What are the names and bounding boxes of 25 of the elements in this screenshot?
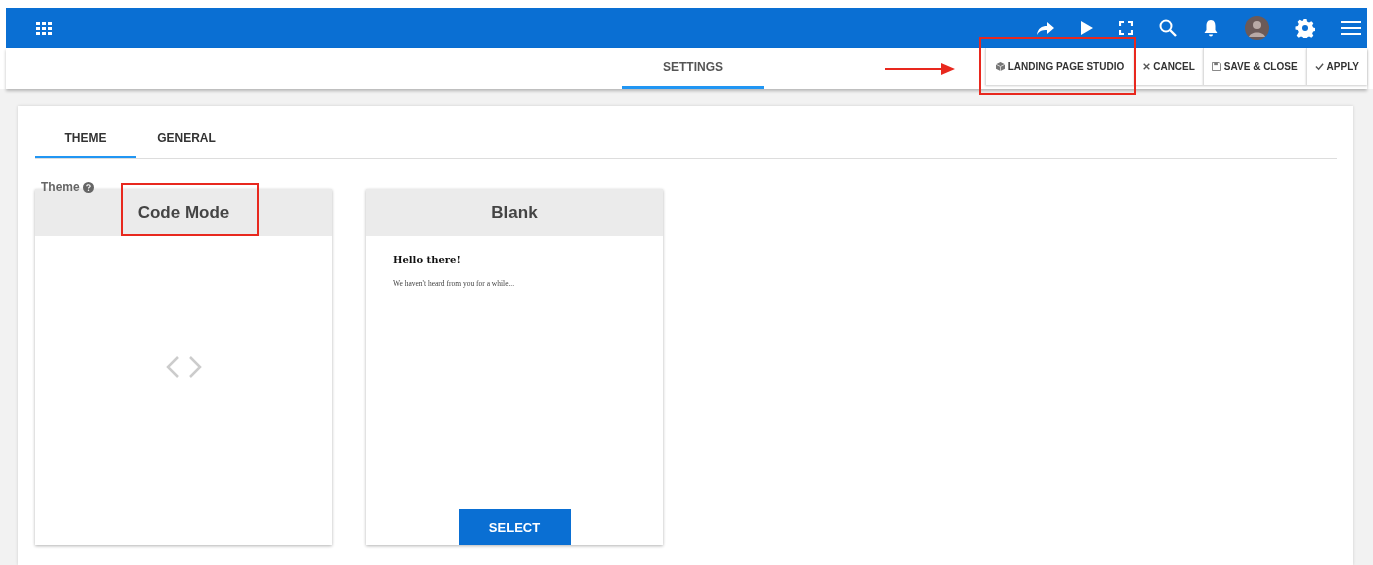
play-icon[interactable] bbox=[1081, 21, 1093, 35]
apps-grid-icon[interactable] bbox=[36, 20, 52, 36]
fullscreen-icon[interactable] bbox=[1119, 21, 1133, 35]
check-icon bbox=[1314, 62, 1324, 71]
help-icon[interactable] bbox=[82, 181, 94, 193]
search-icon[interactable] bbox=[1159, 19, 1177, 37]
tab[interactable]: THEME bbox=[35, 120, 136, 158]
arrow-annotation bbox=[885, 62, 955, 75]
select-button[interactable]: SELECT bbox=[458, 509, 571, 545]
toolbar-button[interactable]: SAVE & CLOSE bbox=[1202, 48, 1306, 85]
toolbar-button[interactable]: APPLY bbox=[1305, 48, 1367, 85]
preview-heading: Hello there! bbox=[393, 254, 461, 265]
cube-icon bbox=[995, 62, 1005, 71]
menu-icon[interactable] bbox=[1341, 20, 1361, 36]
toolbar-button[interactable]: LANDING PAGE STUDIO bbox=[984, 48, 1135, 85]
toolbar-button[interactable]: CANCEL bbox=[1134, 48, 1203, 85]
avatar-icon[interactable] bbox=[1245, 16, 1269, 40]
card-title: Code Mode bbox=[137, 202, 230, 223]
bell-icon[interactable] bbox=[1203, 19, 1219, 37]
tab[interactable]: GENERAL bbox=[136, 120, 237, 158]
settings-icon[interactable] bbox=[1295, 18, 1315, 38]
close-icon bbox=[1143, 63, 1151, 70]
card-title: Blank bbox=[491, 202, 538, 223]
save-icon bbox=[1211, 62, 1221, 71]
share-icon[interactable] bbox=[1035, 20, 1055, 36]
